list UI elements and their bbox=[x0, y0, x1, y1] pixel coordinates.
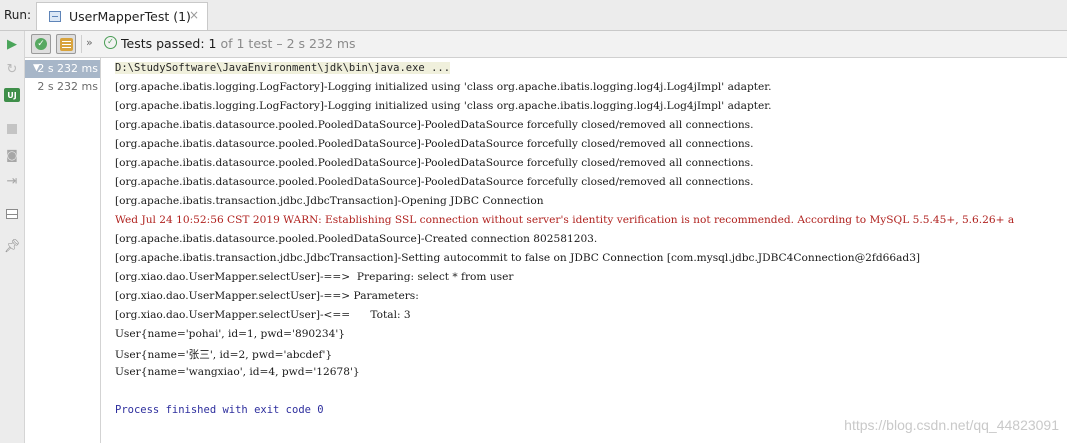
dump-threads-button[interactable]: ◙ bbox=[3, 146, 21, 164]
watermark: https://blog.csdn.net/qq_44823091 bbox=[844, 417, 1059, 433]
console-output[interactable]: D:\StudySoftware\JavaEnvironment\jdk\bin… bbox=[101, 58, 1067, 443]
console-line: [org.xiao.dao.UserMapper.selectUser]-==>… bbox=[115, 271, 514, 283]
test-status: Tests passed: 1 of 1 test – 2 s 232 ms bbox=[121, 36, 356, 51]
console-line: [org.apache.ibatis.datasource.pooled.Poo… bbox=[115, 176, 754, 188]
console-line: [org.apache.ibatis.datasource.pooled.Poo… bbox=[115, 119, 754, 131]
tree-row-test[interactable]: 2 s 232 ms bbox=[25, 78, 100, 96]
status-label: Tests passed: bbox=[121, 36, 205, 51]
console-line: D:\StudySoftware\JavaEnvironment\jdk\bin… bbox=[115, 62, 451, 74]
console-line: [org.apache.ibatis.logging.LogFactory]-L… bbox=[115, 100, 772, 112]
exit-button[interactable]: ⇥ bbox=[3, 172, 21, 190]
tab-title: UserMapperTest (1) bbox=[69, 9, 191, 24]
left-toolbar: ▶ ↻ UJ ◙ ⇥ 📌︎ bbox=[0, 31, 25, 443]
test-tree: ▼ 2 s 232 ms 2 s 232 ms bbox=[25, 58, 101, 443]
restore-layout-button[interactable] bbox=[3, 205, 21, 223]
run-tool-window-header: Run: UserMapperTest (1) × bbox=[0, 0, 1067, 31]
pin-icon: 📌︎ bbox=[3, 238, 21, 254]
stop-icon bbox=[7, 124, 17, 134]
console-line: User{name='wangxiao', id=4, pwd='12678'} bbox=[115, 366, 360, 378]
console-line: [org.apache.ibatis.transaction.jdbc.Jdbc… bbox=[115, 252, 921, 264]
test-runner-toolbar: ✓ » ✓ Tests passed: 1 of 1 test – 2 s 23… bbox=[25, 31, 1067, 58]
process-exit-line: Process finished with exit code 0 bbox=[115, 404, 324, 416]
play-icon: ▶ bbox=[7, 36, 17, 52]
stop-button[interactable] bbox=[3, 120, 21, 138]
console-warning-line: Wed Jul 24 10:52:56 CST 2019 WARN: Estab… bbox=[115, 214, 1015, 226]
show-passed-button[interactable]: ✓ bbox=[31, 34, 51, 54]
rerun-button[interactable]: ▶ bbox=[3, 35, 21, 53]
console-line: [org.xiao.dao.UserMapper.selectUser]-<==… bbox=[115, 309, 411, 321]
toggle-auto-test-button[interactable]: UJ bbox=[3, 86, 21, 104]
console-line: [org.apache.ibatis.logging.LogFactory]-L… bbox=[115, 81, 772, 93]
console-line: [org.apache.ibatis.datasource.pooled.Poo… bbox=[115, 157, 754, 169]
tab-usermappertest[interactable]: UserMapperTest (1) × bbox=[36, 2, 208, 30]
exit-icon: ⇥ bbox=[6, 173, 18, 189]
pin-tab-button[interactable]: 📌︎ bbox=[3, 237, 21, 255]
status-detail: of 1 test – 2 s 232 ms bbox=[220, 36, 356, 51]
tree-root-time: 2 s 232 ms bbox=[37, 62, 98, 75]
check-circle-icon: ✓ bbox=[35, 38, 47, 50]
camera-icon: ◙ bbox=[6, 148, 18, 162]
run-label: Run: bbox=[4, 8, 32, 22]
status-count: 1 bbox=[208, 36, 217, 51]
console-line: [org.xiao.dao.UserMapper.selectUser]-==>… bbox=[115, 290, 423, 302]
close-icon[interactable]: × bbox=[189, 8, 199, 22]
console-line: [org.apache.ibatis.datasource.pooled.Poo… bbox=[115, 138, 754, 150]
ignored-tests-icon bbox=[59, 37, 73, 51]
console-line: User{name='张三', id=2, pwd='abcdef'} bbox=[115, 349, 333, 361]
chevron-right-icon[interactable]: » bbox=[86, 36, 93, 49]
console-line: User{name='pohai', id=1, pwd='890234'} bbox=[115, 328, 346, 340]
console-line: [org.apache.ibatis.datasource.pooled.Poo… bbox=[115, 233, 598, 245]
toggle-auto-test-icon: UJ bbox=[4, 88, 20, 102]
tree-row-root[interactable]: ▼ 2 s 232 ms bbox=[25, 60, 100, 78]
rerun-failed-icon: ↻ bbox=[6, 61, 18, 77]
rerun-failed-button[interactable]: ↻ bbox=[3, 60, 21, 78]
run-config-icon bbox=[49, 11, 61, 22]
show-ignored-button[interactable] bbox=[56, 34, 76, 54]
console-line: [org.apache.ibatis.transaction.jdbc.Jdbc… bbox=[115, 195, 544, 207]
passed-status-icon: ✓ bbox=[104, 36, 117, 49]
layout-icon bbox=[6, 209, 18, 219]
tree-test-time: 2 s 232 ms bbox=[37, 80, 98, 93]
toolbar-divider bbox=[81, 35, 82, 53]
